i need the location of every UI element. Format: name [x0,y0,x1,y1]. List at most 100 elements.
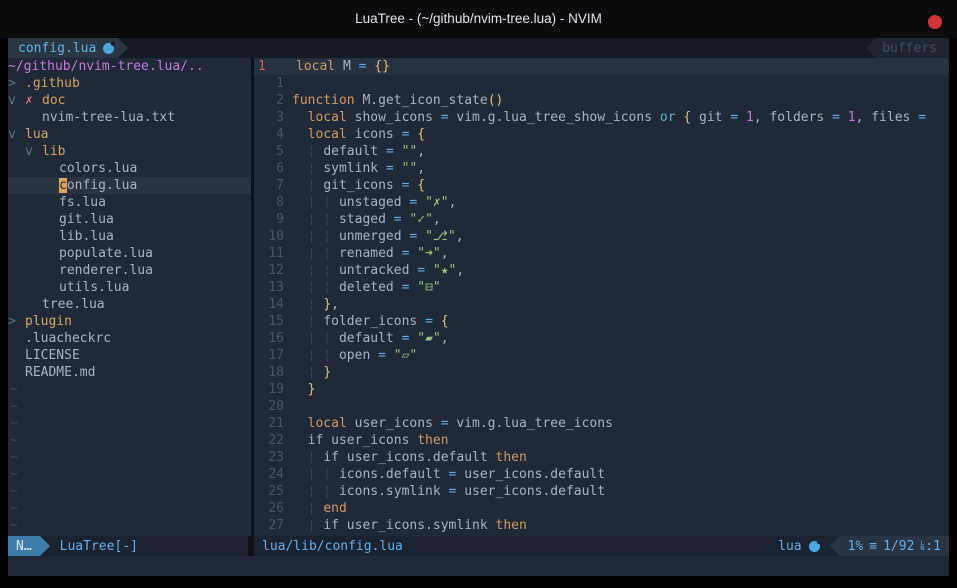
code-line[interactable]: 19 } [254,381,949,398]
code-token: "" [402,161,418,176]
code-token [433,314,441,329]
code-line[interactable]: 7 ¦ git_icons = { [254,177,949,194]
code-line-text: local show_icons = vim.g.lua_tree_show_i… [288,109,926,126]
code-token [292,195,308,210]
tab-config-lua[interactable]: config.lua [8,38,118,58]
indent-guide: ¦ [308,297,324,312]
empty-line-tilde: ~ [8,381,251,398]
tree-item[interactable]: tree.lua [8,296,251,313]
tree-item[interactable]: v✗doc [8,92,251,109]
code-line[interactable]: 22 if user_icons then [254,432,949,449]
tree-item[interactable]: lib.lua [8,228,251,245]
code-token: default [339,331,402,346]
tree-item[interactable]: >plugin [8,313,251,330]
code-line[interactable]: 8 ¦ ¦ unstaged = "✗", [254,194,949,211]
code-line[interactable]: 4 local icons = { [254,126,949,143]
tree-item[interactable]: colors.lua [8,160,251,177]
code-line[interactable]: 14 ¦ }, [254,296,949,313]
filetype-segment: lua [768,536,829,556]
code-line[interactable]: 13 ¦ ¦ deleted = "⊟" [254,279,949,296]
code-line[interactable]: 21 local user_icons = vim.g.lua_tree_ico… [254,415,949,432]
tree-item[interactable]: fs.lua [8,194,251,211]
code-line[interactable]: 23 ¦ if user_icons.default then [254,449,949,466]
code-token [292,246,308,261]
empty-line-tilde: ~ [8,466,251,483]
tree-item[interactable]: nvim-tree-lua.txt [8,109,251,126]
indent-guide: ¦ [308,467,324,482]
code-line-text: local M = {} [292,58,390,75]
code-token: { [441,314,449,329]
code-line[interactable]: 9 ¦ ¦ staged = "✓", [254,211,949,228]
line-number: 2 [254,92,288,109]
code-token [840,110,848,125]
code-line[interactable]: 16 ¦ ¦ default = "▰", [254,330,949,347]
code-line[interactable]: 11 ¦ ¦ renamed = "➜", [254,245,949,262]
code-token: folders [762,110,832,125]
line-number: 24 [254,466,288,483]
buffers-tab[interactable]: buffers [876,38,949,58]
tree-item[interactable]: LICENSE [8,347,251,364]
code-line-text [288,75,292,92]
code-line[interactable]: 15 ¦ folder_icons = { [254,313,949,330]
code-line[interactable]: 2function M.get_icon_state() [254,92,949,109]
code-line[interactable]: 3 local show_icons = vim.g.lua_tree_show… [254,109,949,126]
indent-guide: ¦ [323,212,339,227]
chevron-down-icon[interactable]: v [8,126,25,143]
tree-item[interactable]: git.lua [8,211,251,228]
code-line[interactable]: 18 ¦ } [254,364,949,381]
indent-guide: ¦ [323,348,339,363]
code-line[interactable]: 1local M = {} [254,58,949,75]
code-line[interactable]: 6 ¦ symlink = "", [254,160,949,177]
close-icon[interactable] [928,15,942,29]
tabline: config.lua buffers [8,38,949,58]
chevron-down-icon[interactable]: v [8,92,25,109]
chevron-down-icon[interactable]: v [25,143,42,160]
line-number: 17 [254,347,288,364]
tree-item[interactable]: vlib [8,143,251,160]
tree-item[interactable]: .luacheckrc [8,330,251,347]
line-number: 6 [254,160,288,177]
code-token: user_icons.default [456,484,605,499]
code-line[interactable]: 17 ¦ ¦ open = "▱" [254,347,949,364]
chevron-right-icon[interactable]: > [8,313,25,330]
tree-item[interactable]: utils.lua [8,279,251,296]
buffer-statusline: lua/lib/config.lua lua 1% ≡ 1/92 L N :1 [254,536,949,556]
code-token [292,382,308,397]
indent-guide: ¦ [308,484,324,499]
code-token: icons.symlink [339,484,449,499]
tree-item[interactable]: populate.lua [8,245,251,262]
code-token: user_icons [347,416,441,431]
code-line[interactable]: 5 ¦ default = "", [254,143,949,160]
code-token: if user_icons.default [323,450,495,465]
tree-item[interactable]: config.lua [8,177,251,194]
tree-item[interactable]: renderer.lua [8,262,251,279]
filetype-label: lua [778,539,801,554]
line-number: 1 [254,58,292,75]
code-line[interactable]: 1 [254,75,949,92]
tree-item[interactable]: README.md [8,364,251,381]
line-number: 11 [254,245,288,262]
code-line[interactable]: 12 ¦ ¦ untracked = "★", [254,262,949,279]
code-token [292,433,308,448]
code-line[interactable]: 26 ¦ end [254,500,949,517]
code-line-text: ¦ if user_icons.default then [288,449,527,466]
code-line-text: ¦ ¦ unmerged = "⎇", [288,228,464,245]
line-number: 19 [254,381,288,398]
code-line[interactable]: 25 ¦ ¦ icons.symlink = user_icons.defaul… [254,483,949,500]
code-line-text: ¦ symlink = "", [288,160,425,177]
empty-line-tilde: ~ [8,398,251,415]
command-line[interactable] [8,556,949,576]
tree-item[interactable]: vlua [8,126,251,143]
tree-item[interactable]: >.github [8,75,251,92]
tree-indent [8,279,59,280]
code-line[interactable]: 10 ¦ ¦ unmerged = "⎇", [254,228,949,245]
tree-item-label: .luacheckrc [25,330,111,347]
tree-item[interactable]: ~/github/nvim-tree.lua/.. [8,58,251,75]
chevron-right-icon[interactable]: > [8,75,25,92]
code-line[interactable]: 27 ¦ if user_icons.symlink then [254,517,949,534]
tree-item-label: colors.lua [59,160,137,177]
code-line[interactable]: 20 [254,398,949,415]
tree-indent [8,143,25,144]
tree-item-label: nvim-tree-lua.txt [42,109,175,126]
code-line[interactable]: 24 ¦ ¦ icons.default = user_icons.defaul… [254,466,949,483]
